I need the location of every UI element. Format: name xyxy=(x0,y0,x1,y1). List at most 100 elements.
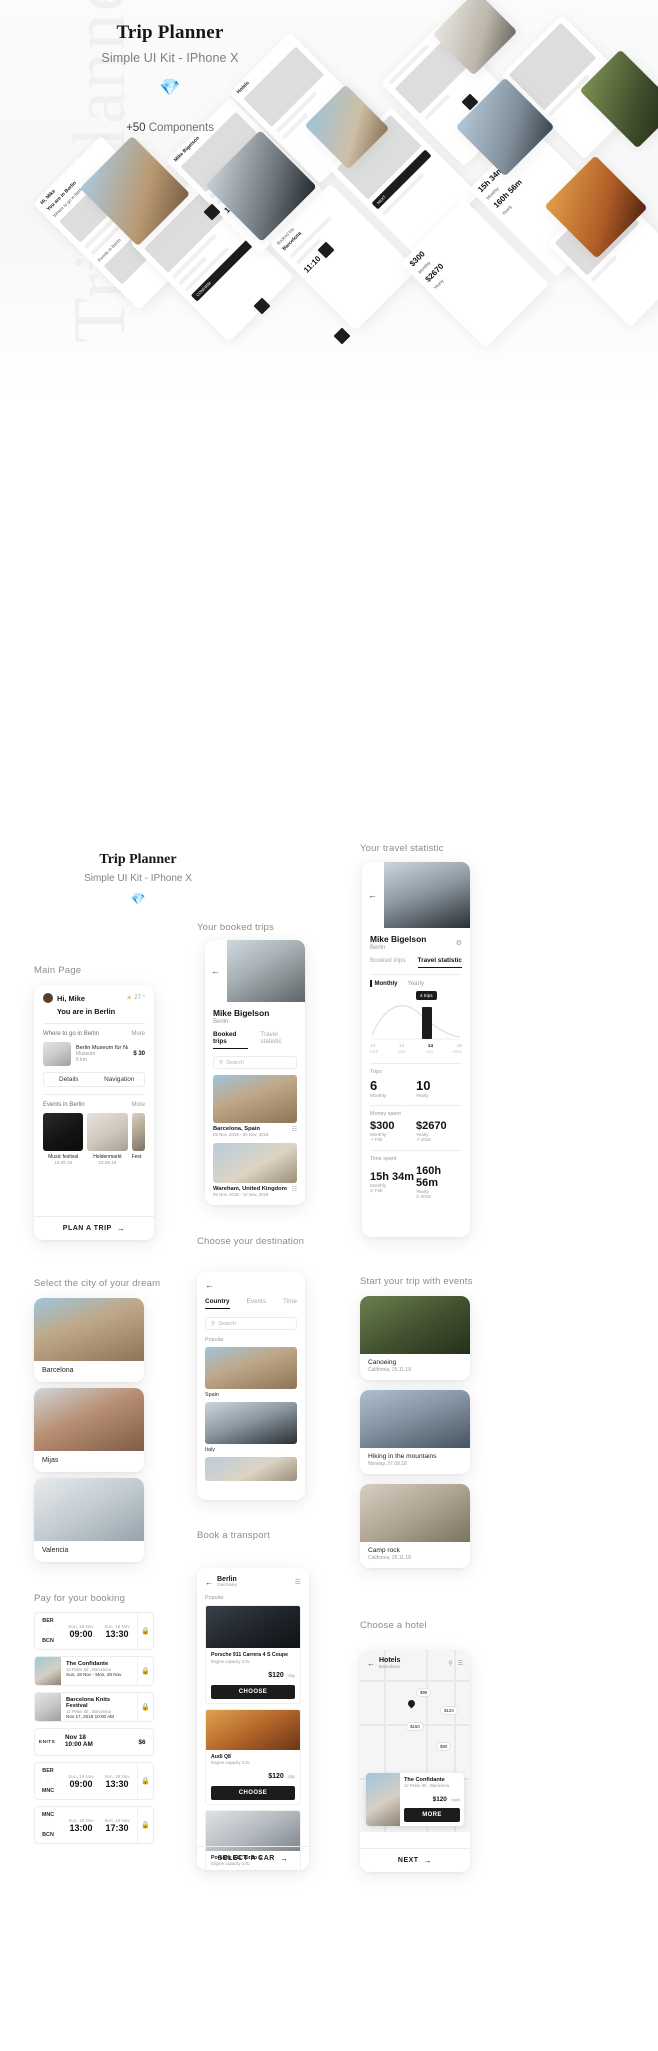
ticket-time: 10:00 AM xyxy=(65,1741,93,1748)
car-photo xyxy=(206,1709,300,1750)
back-arrow-icon[interactable]: ← xyxy=(211,966,220,976)
event-meta: California, 25.11.18 xyxy=(368,1555,411,1561)
destination-photo xyxy=(205,1402,297,1444)
hotel-more-button[interactable]: MORE xyxy=(404,1808,460,1822)
car-card[interactable]: Audi Q8 Engine capacity 3.0L $120 day CH… xyxy=(205,1708,301,1805)
place-card[interactable]: Berlin Museum für Naturkunde Museum 6 km… xyxy=(43,1042,145,1066)
search-input[interactable]: ⚲ Search xyxy=(213,1056,297,1069)
lock-icon[interactable]: 🔒 xyxy=(141,1627,150,1635)
destination-tabs[interactable]: Country Events Time xyxy=(205,1298,297,1309)
lock-icon[interactable]: 🔒 xyxy=(141,1667,150,1675)
plan-a-trip-button[interactable]: PLAN A TRIP → xyxy=(34,1216,154,1240)
gear-icon[interactable]: ⚙ xyxy=(456,939,462,947)
event-card[interactable]: Fest xyxy=(131,1113,145,1160)
profile-tabs[interactable]: Booked trips Travel statistic xyxy=(370,957,462,968)
stat-value: $2670 xyxy=(416,1120,447,1132)
destination-item[interactable]: Italy xyxy=(205,1402,297,1453)
destination-item[interactable] xyxy=(205,1457,297,1481)
filter-icon[interactable]: ☰ xyxy=(458,1660,463,1667)
arrow-down-icon: ↓ xyxy=(46,1628,50,1634)
event-card-canoeing[interactable]: Canoeing California, 25.11.18 xyxy=(360,1296,470,1380)
tab-booked-trips[interactable]: Booked trips xyxy=(370,957,406,968)
hotel-map[interactable]: ← Hotels Barcelona ⚲ ☰ $99 $120 $150 $80 xyxy=(360,1650,470,1832)
hotel-preview-card[interactable]: The Confidante 12 Pekin Str., Barcelona … xyxy=(366,1773,464,1826)
payment-hotel-row[interactable]: The Confidante 12 Pekin Str., Barcelona … xyxy=(34,1656,154,1686)
back-arrow-icon[interactable]: ← xyxy=(205,1578,213,1587)
back-arrow-icon[interactable]: ← xyxy=(367,1659,375,1668)
map-pin-price[interactable]: $80 xyxy=(436,1742,452,1751)
lock-icon[interactable]: 🔒 xyxy=(141,1703,150,1711)
trip-card[interactable]: Wareham, United Kingdom 06 Nov, 2018 - 1… xyxy=(213,1143,297,1197)
tab-time[interactable]: Time xyxy=(283,1298,297,1309)
user-city: Berlin xyxy=(370,945,386,951)
departure-time: 09:00 xyxy=(69,1778,93,1789)
tab-country[interactable]: Country xyxy=(205,1298,230,1309)
events-carousel[interactable]: Music festival 15.09.18 Heldenmarkt 23.0… xyxy=(43,1113,145,1165)
lock-icon[interactable]: 🔒 xyxy=(141,1821,150,1829)
choose-car-button[interactable]: CHOOSE xyxy=(211,1785,295,1800)
payment-flight-row[interactable]: BER ↓ MNC Sun, 18 Nov 09:00 Sun, 18 Nov … xyxy=(34,1762,154,1800)
search-input[interactable]: ⚲ Search xyxy=(205,1317,297,1330)
events-more-link[interactable]: More xyxy=(131,1102,145,1108)
places-more-link[interactable]: More xyxy=(131,1031,145,1037)
back-arrow-icon[interactable]: ← xyxy=(368,890,377,900)
flight-from: MNC xyxy=(41,1812,55,1818)
payment-ticket-row[interactable]: KNITS Nov 18 10:00 AM $6 xyxy=(34,1728,154,1756)
filter-icon[interactable]: ☰ xyxy=(295,1578,301,1586)
flight-to: BCN xyxy=(42,1638,54,1644)
payment-flight-row[interactable]: BER ↓ BCN Sun, 18 Nov 09:00 Sun, 18 Nov … xyxy=(34,1612,154,1650)
event-card-hiking[interactable]: Hiking in the mountains Norway, 27.09.18 xyxy=(360,1390,470,1474)
profile-tabs[interactable]: Booked trips Travel statistic xyxy=(213,1031,297,1049)
arrow-right-icon: → xyxy=(423,1856,433,1865)
calendar-icon[interactable]: ☷ xyxy=(292,1126,297,1133)
calendar-icon[interactable]: ☷ xyxy=(292,1186,297,1193)
map-pin-icon[interactable] xyxy=(406,1698,417,1709)
place-actions: Details Navigation xyxy=(43,1072,145,1087)
map-pin-price[interactable]: $150 xyxy=(406,1722,424,1731)
select-a-car-button[interactable]: SELECT A CAR → xyxy=(197,1846,309,1870)
caption-choose-hotel: Choose a hotel xyxy=(360,1620,427,1631)
next-button[interactable]: NEXT → xyxy=(360,1848,470,1872)
back-arrow-icon[interactable]: ← xyxy=(205,1280,297,1290)
car-card[interactable]: Porsche 911 Carrera 4 S Coupe Engine cap… xyxy=(205,1605,301,1704)
city-card-mijas[interactable]: Mijas xyxy=(34,1388,144,1472)
trip-card[interactable]: Barcelona, Spain 05 Nov, 2018 - 20 Nov, … xyxy=(213,1075,297,1137)
tab-travel-statistic[interactable]: Travel statistic xyxy=(260,1031,297,1049)
payment-event-row[interactable]: Barcelona Knits Festival 12 Pekin Str., … xyxy=(34,1692,154,1722)
event-card-camprock[interactable]: Camp rock California, 25.11.18 xyxy=(360,1484,470,1568)
popular-label: Popular xyxy=(205,1337,224,1343)
caption-booked-trips: Your booked trips xyxy=(197,922,274,933)
destination-item[interactable]: Spain xyxy=(205,1347,297,1398)
navigation-button[interactable]: Navigation xyxy=(95,1073,145,1086)
tab-booked-trips[interactable]: Booked trips xyxy=(213,1031,249,1049)
map-pin-price[interactable]: $120 xyxy=(440,1706,458,1715)
period-monthly[interactable]: Monthly xyxy=(375,981,398,987)
tab-events[interactable]: Events xyxy=(246,1298,266,1309)
sketch-gem-icon: 💎 xyxy=(130,892,146,906)
components-label: Components xyxy=(148,122,214,134)
details-button[interactable]: Details xyxy=(44,1073,94,1086)
period-toggle[interactable]: Monthly Yearly xyxy=(370,980,462,987)
search-placeholder: Search xyxy=(226,1059,244,1066)
flight-from: BER xyxy=(42,1618,54,1624)
search-icon[interactable]: ⚲ xyxy=(448,1660,452,1667)
stat-group-label: Time spent xyxy=(370,1156,397,1162)
city-card-valencia[interactable]: Valencia xyxy=(34,1478,144,1562)
payment-flight-row[interactable]: MNC ↓ BCN Sun, 18 Nov 13:00 Sun, 18 Nov … xyxy=(34,1806,154,1844)
hotel-photo xyxy=(366,1773,400,1826)
lock-icon[interactable]: 🔒 xyxy=(141,1777,150,1785)
city-card-barcelona[interactable]: Barcelona xyxy=(34,1298,144,1382)
event-card[interactable]: Music festival 15.09.18 xyxy=(43,1113,84,1165)
choose-car-button[interactable]: CHOOSE xyxy=(211,1684,295,1699)
event-photo xyxy=(360,1390,470,1448)
tab-travel-statistic[interactable]: Travel statistic xyxy=(417,957,462,968)
flight-to: BCN xyxy=(42,1832,54,1838)
event-card[interactable]: Heldenmarkt 23.09.18 xyxy=(87,1113,128,1165)
city-photo xyxy=(34,1478,144,1541)
map-pin-price[interactable]: $99 xyxy=(416,1688,432,1697)
profile-cover-photo xyxy=(227,940,305,1002)
city-name: Valencia xyxy=(42,1547,69,1554)
stat-group-label: Trips xyxy=(370,1069,382,1075)
period-yearly[interactable]: Yearly xyxy=(408,981,424,987)
caption-select-city: Select the city of your dream xyxy=(34,1278,161,1289)
